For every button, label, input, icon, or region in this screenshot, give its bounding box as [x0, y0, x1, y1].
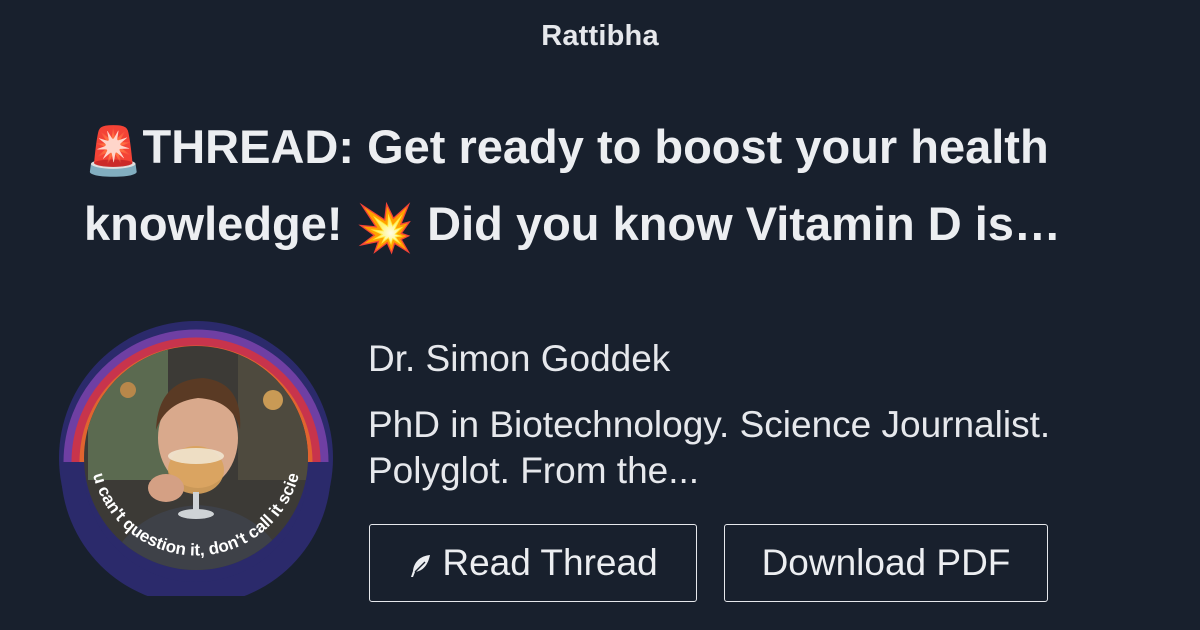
siren-emoji-icon: 🚨 [84, 124, 143, 177]
author-bio: PhD in Biotechnology. Science Journalist… [368, 404, 1051, 491]
site-name[interactable]: Rattibha [0, 20, 1200, 53]
feather-icon [411, 555, 431, 577]
download-pdf-label: Download PDF [761, 542, 1011, 583]
thread-title-text-2: Did you know Vitamin D is… [414, 197, 1061, 250]
author-name[interactable]: Dr. Simon Goddek [368, 336, 670, 382]
explosion-emoji-icon: 💥 [355, 201, 415, 254]
read-thread-label: Read Thread [442, 542, 658, 583]
thread-title: 🚨THREAD: Get ready to boost your health … [84, 110, 1124, 264]
read-thread-button[interactable]: Read Thread [369, 524, 697, 602]
author-avatar: If you can't question it, don't call it … [58, 320, 333, 596]
download-pdf-button[interactable]: Download PDF [724, 524, 1048, 602]
